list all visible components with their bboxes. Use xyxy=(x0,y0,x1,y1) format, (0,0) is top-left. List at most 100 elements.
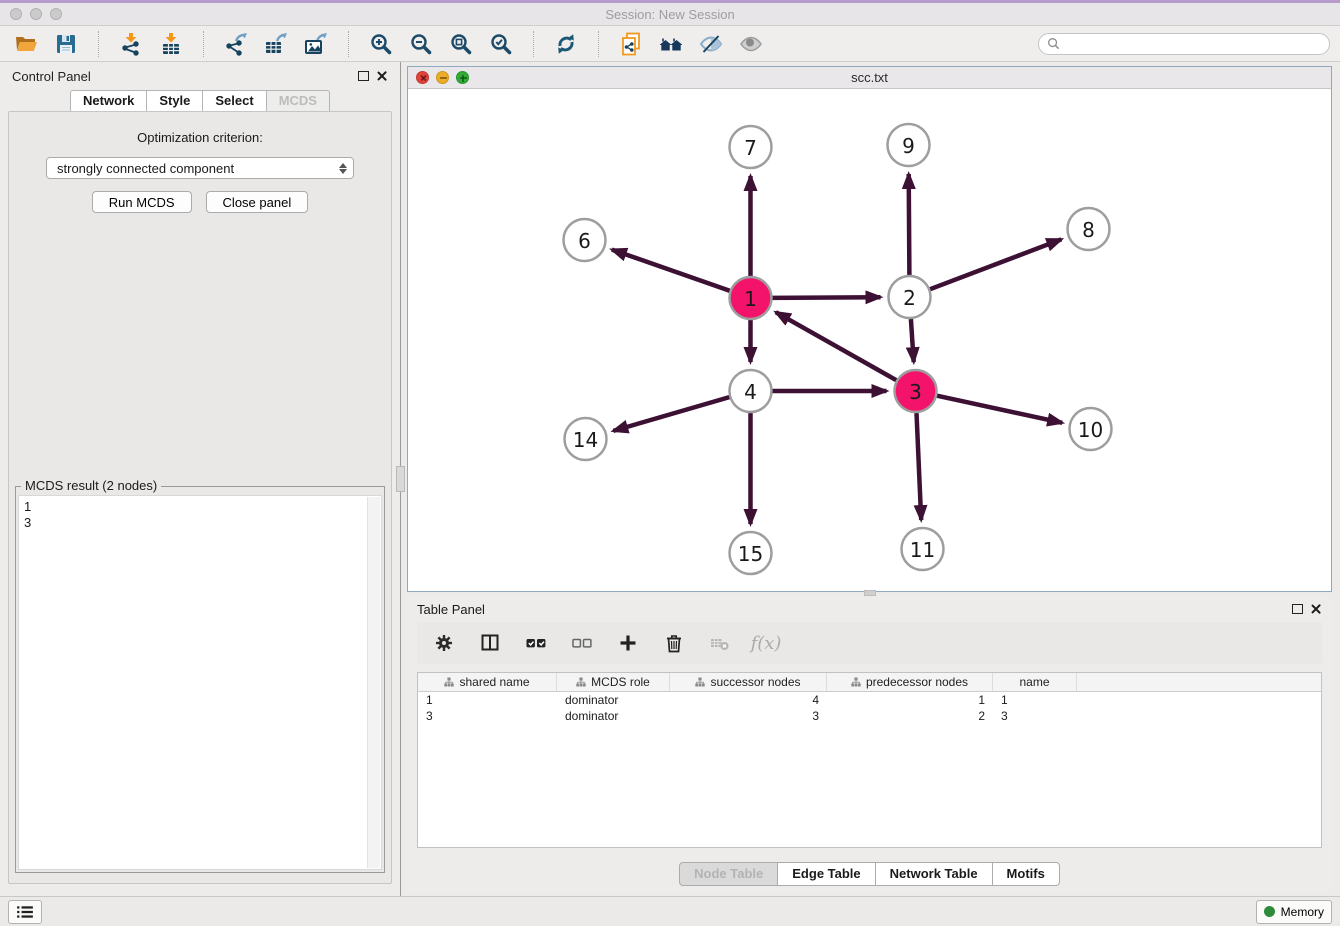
table-row[interactable]: 1dominator411 xyxy=(418,692,1321,708)
home-layout-button[interactable] xyxy=(655,29,687,59)
search-input[interactable] xyxy=(1064,37,1321,51)
export-network-button[interactable] xyxy=(220,29,252,59)
zoom-in-button[interactable] xyxy=(365,29,397,59)
table-cell[interactable]: 1 xyxy=(993,693,1077,707)
graph-edge-4-14[interactable] xyxy=(613,397,729,431)
graph-edge-2-8[interactable] xyxy=(930,239,1061,289)
graph-node-11[interactable]: 11 xyxy=(902,528,944,570)
import-table-button[interactable] xyxy=(155,29,187,59)
apply-function-button[interactable]: f(x) xyxy=(753,630,779,656)
close-network-icon[interactable] xyxy=(416,71,429,84)
column-header-successor-nodes[interactable]: successor nodes xyxy=(670,673,827,691)
splitter-grip-icon[interactable] xyxy=(864,590,876,596)
close-window-icon[interactable] xyxy=(10,8,22,20)
graph-edge-1-2[interactable] xyxy=(773,297,881,298)
run-mcds-button[interactable]: Run MCDS xyxy=(92,191,192,213)
graph-node-10[interactable]: 10 xyxy=(1070,408,1112,450)
export-table-button[interactable] xyxy=(260,29,292,59)
table-cell[interactable]: 2 xyxy=(827,709,993,723)
column-header-shared-name[interactable]: shared name xyxy=(418,673,557,691)
export-image-icon xyxy=(304,32,328,56)
window-controls[interactable] xyxy=(10,8,62,20)
result-scrollbar[interactable] xyxy=(367,497,380,868)
float-table-panel-icon[interactable] xyxy=(1292,604,1303,614)
select-all-rows-button[interactable] xyxy=(523,630,549,656)
graph-edge-3-1[interactable] xyxy=(776,312,897,380)
table-cell[interactable]: 3 xyxy=(993,709,1077,723)
main-toolbar xyxy=(0,26,1340,62)
zoom-window-icon[interactable] xyxy=(50,8,62,20)
tab-mcds[interactable]: MCDS xyxy=(266,90,330,112)
close-panel-button[interactable]: Close panel xyxy=(206,191,309,213)
refresh-view-button[interactable] xyxy=(550,29,582,59)
column-visibility-button[interactable] xyxy=(477,630,503,656)
minimize-window-icon[interactable] xyxy=(30,8,42,20)
deselect-all-rows-button[interactable] xyxy=(569,630,595,656)
column-label: successor nodes xyxy=(710,675,800,689)
graph-node-4[interactable]: 4 xyxy=(730,370,772,412)
network-window-controls[interactable] xyxy=(416,71,469,84)
import-network-button[interactable] xyxy=(115,29,147,59)
graph-node-3[interactable]: 3 xyxy=(895,370,937,412)
table-cell[interactable]: 3 xyxy=(670,709,827,723)
hide-unselected-button[interactable] xyxy=(695,29,727,59)
criterion-dropdown[interactable]: strongly connected component xyxy=(46,157,354,179)
graph-node-15[interactable]: 15 xyxy=(730,532,772,574)
table-cell[interactable]: 1 xyxy=(827,693,993,707)
delete-table-button[interactable] xyxy=(707,630,733,656)
close-table-panel-icon[interactable] xyxy=(1310,603,1322,615)
tab-select[interactable]: Select xyxy=(202,90,266,112)
graph-node-7[interactable]: 7 xyxy=(730,126,772,168)
table-options-button[interactable] xyxy=(431,630,457,656)
graph-node-1[interactable]: 1 xyxy=(730,277,772,319)
export-image-button[interactable] xyxy=(300,29,332,59)
open-session-button[interactable] xyxy=(10,29,42,59)
task-history-button[interactable] xyxy=(8,900,42,924)
table-cell[interactable]: dominator xyxy=(557,693,670,707)
network-graph[interactable]: 7 9 6 8 1 2 4 3 14 10 15 11 xyxy=(408,89,1331,591)
close-panel-icon[interactable] xyxy=(376,70,388,82)
table-cell[interactable]: dominator xyxy=(557,709,670,723)
column-header-mcds-role[interactable]: MCDS role xyxy=(557,673,670,691)
save-session-button[interactable] xyxy=(50,29,82,59)
graph-edge-2-9[interactable] xyxy=(909,174,910,275)
zoom-out-button[interactable] xyxy=(405,29,437,59)
horizontal-splitter[interactable] xyxy=(407,592,1332,596)
zoom-fit-button[interactable] xyxy=(445,29,477,59)
table-row[interactable]: 3dominator323 xyxy=(418,708,1321,724)
zoom-out-icon xyxy=(409,32,433,56)
minimize-network-icon[interactable] xyxy=(436,71,449,84)
tab-network[interactable]: Network xyxy=(70,90,147,112)
mcds-result-area[interactable]: 1 3 xyxy=(18,495,382,870)
float-panel-icon[interactable] xyxy=(358,71,369,81)
panel-splitter-handle[interactable] xyxy=(396,466,405,492)
search-box[interactable] xyxy=(1038,33,1330,55)
graph-node-9[interactable]: 9 xyxy=(888,124,930,166)
network-document-button[interactable] xyxy=(615,29,647,59)
graph-edge-3-11[interactable] xyxy=(917,413,922,520)
table-cell[interactable]: 1 xyxy=(418,693,557,707)
tab-motifs[interactable]: Motifs xyxy=(992,862,1060,886)
tab-node-table[interactable]: Node Table xyxy=(679,862,778,886)
tab-network-table[interactable]: Network Table xyxy=(875,862,993,886)
zoom-selected-button[interactable] xyxy=(485,29,517,59)
graph-node-2[interactable]: 2 xyxy=(889,276,931,318)
maximize-network-icon[interactable] xyxy=(456,71,469,84)
graph-node-8[interactable]: 8 xyxy=(1068,208,1110,250)
network-canvas[interactable]: 7 9 6 8 1 2 4 3 14 10 15 11 xyxy=(408,89,1331,591)
graph-edge-1-6[interactable] xyxy=(612,250,730,291)
tab-edge-table[interactable]: Edge Table xyxy=(777,862,875,886)
delete-column-button[interactable] xyxy=(661,630,687,656)
graph-node-6[interactable]: 6 xyxy=(564,219,606,261)
graph-node-14[interactable]: 14 xyxy=(565,418,607,460)
memory-button[interactable]: Memory xyxy=(1256,900,1332,924)
table-cell[interactable]: 3 xyxy=(418,709,557,723)
graph-edge-3-10[interactable] xyxy=(937,396,1062,423)
tab-style[interactable]: Style xyxy=(146,90,203,112)
show-all-button[interactable] xyxy=(735,29,767,59)
add-column-button[interactable] xyxy=(615,630,641,656)
column-header-predecessor-nodes[interactable]: predecessor nodes xyxy=(827,673,993,691)
column-header-name[interactable]: name xyxy=(993,673,1077,691)
table-cell[interactable]: 4 xyxy=(670,693,827,707)
graph-edge-2-3[interactable] xyxy=(911,319,914,362)
